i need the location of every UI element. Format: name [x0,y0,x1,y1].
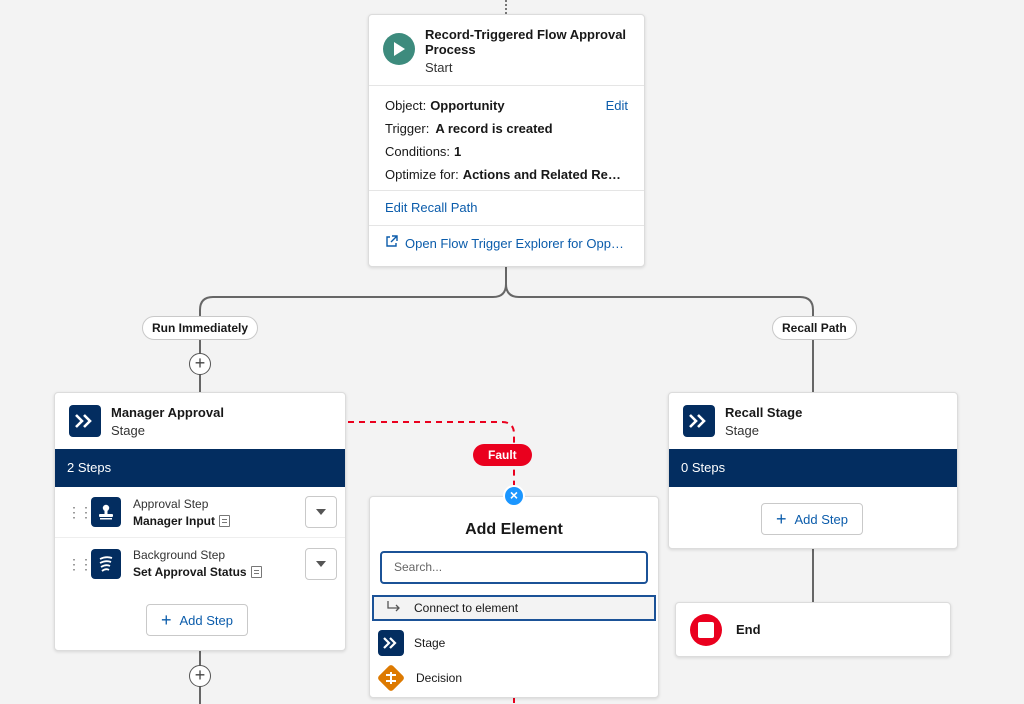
menu-item-decision[interactable]: Decision [370,660,658,695]
plus-icon: + [776,509,787,529]
chevron-down-icon [316,560,326,567]
add-step-label: Add Step [179,612,234,628]
close-panel-icon[interactable]: × [503,485,525,507]
chevron-down-icon [316,509,326,515]
add-element-button[interactable]: + [189,665,211,687]
trigger-value: A record is created [435,121,553,136]
drag-handle-icon[interactable]: ⋮⋮ [67,557,93,571]
step-row[interactable]: ⋮⋮ Background Step Set Approval Status [55,538,345,589]
menu-item-label: Stage [414,635,446,650]
optimize-value: Actions and Related Rec… [462,167,628,182]
conditions-value: 1 [454,144,462,159]
add-element-button[interactable]: + [189,353,211,375]
edit-link[interactable]: Edit [606,94,628,117]
steps-count: 2 Steps [55,449,345,487]
step-name: Manager Input [133,513,216,528]
optimize-label: Optimize for: [385,167,459,182]
end-label: End [736,622,761,637]
step-menu-button[interactable] [305,496,337,528]
start-title: Record-Triggered Flow Approval Process [425,27,627,57]
play-icon [383,33,415,65]
panel-title: Add Element [465,521,563,538]
run-immediately-label[interactable]: Run Immediately [142,316,259,340]
step-row[interactable]: ⋮⋮ Approval Step Manager Input [55,487,345,538]
stage-title: Manager Approval [111,405,224,420]
decision-icon [376,663,406,693]
connect-to-element-option[interactable]: Connect to element [372,595,656,621]
stage-title: Recall Stage [725,405,803,420]
steps-count: 0 Steps [669,449,957,487]
stage-icon [378,629,404,656]
fault-badge[interactable]: Fault [473,444,532,466]
menu-item-stage[interactable]: Stage [370,625,658,660]
stop-icon [690,613,722,646]
background-step-icon [91,548,121,579]
plus-icon: + [161,610,172,630]
open-flow-trigger-explorer-link[interactable]: Open Flow Trigger Explorer for Opp… [405,236,624,252]
start-subtitle: Start [425,60,453,75]
connect-label: Connect to element [414,601,519,615]
add-element-panel: Add Element Search... Connect to element… [369,496,659,698]
trigger-label: Trigger: [385,121,430,136]
menu-item-label: Decision [416,670,463,685]
document-icon [250,566,262,578]
end-card[interactable]: End [675,602,951,657]
stage-icon [69,405,101,437]
search-input[interactable]: Search... [380,551,648,584]
step-name: Set Approval Status [133,565,247,579]
stage-subtitle: Stage [725,423,759,438]
add-step-button[interactable]: + Add Step [761,503,864,535]
object-value: Opportunity [430,98,505,113]
stage-icon [683,405,715,437]
conditions-label: Conditions: [385,144,451,159]
object-label: Object: [385,98,427,113]
manager-approval-stage-card[interactable]: Manager Approval Stage 2 Steps ⋮⋮ Approv… [54,392,346,651]
connect-arrow-icon [386,600,402,616]
add-step-button[interactable]: + Add Step [146,604,249,636]
step-menu-button[interactable] [305,547,337,580]
step-type: Background Step [133,548,226,562]
approval-icon [91,497,121,527]
external-link-icon [385,235,398,252]
step-type: Approval Step [133,496,209,511]
add-step-label: Add Step [794,511,849,527]
drag-handle-icon[interactable]: ⋮⋮ [67,505,93,519]
stage-subtitle: Stage [111,423,145,438]
document-icon [219,514,231,527]
recall-stage-card[interactable]: Recall Stage Stage 0 Steps + Add Step [668,392,958,549]
start-card[interactable]: Record-Triggered Flow Approval Process S… [368,14,645,267]
recall-path-label[interactable]: Recall Path [772,316,857,340]
flow-canvas[interactable]: Record-Triggered Flow Approval Process S… [0,0,1024,704]
edit-recall-path-link[interactable]: Edit Recall Path [385,200,478,215]
